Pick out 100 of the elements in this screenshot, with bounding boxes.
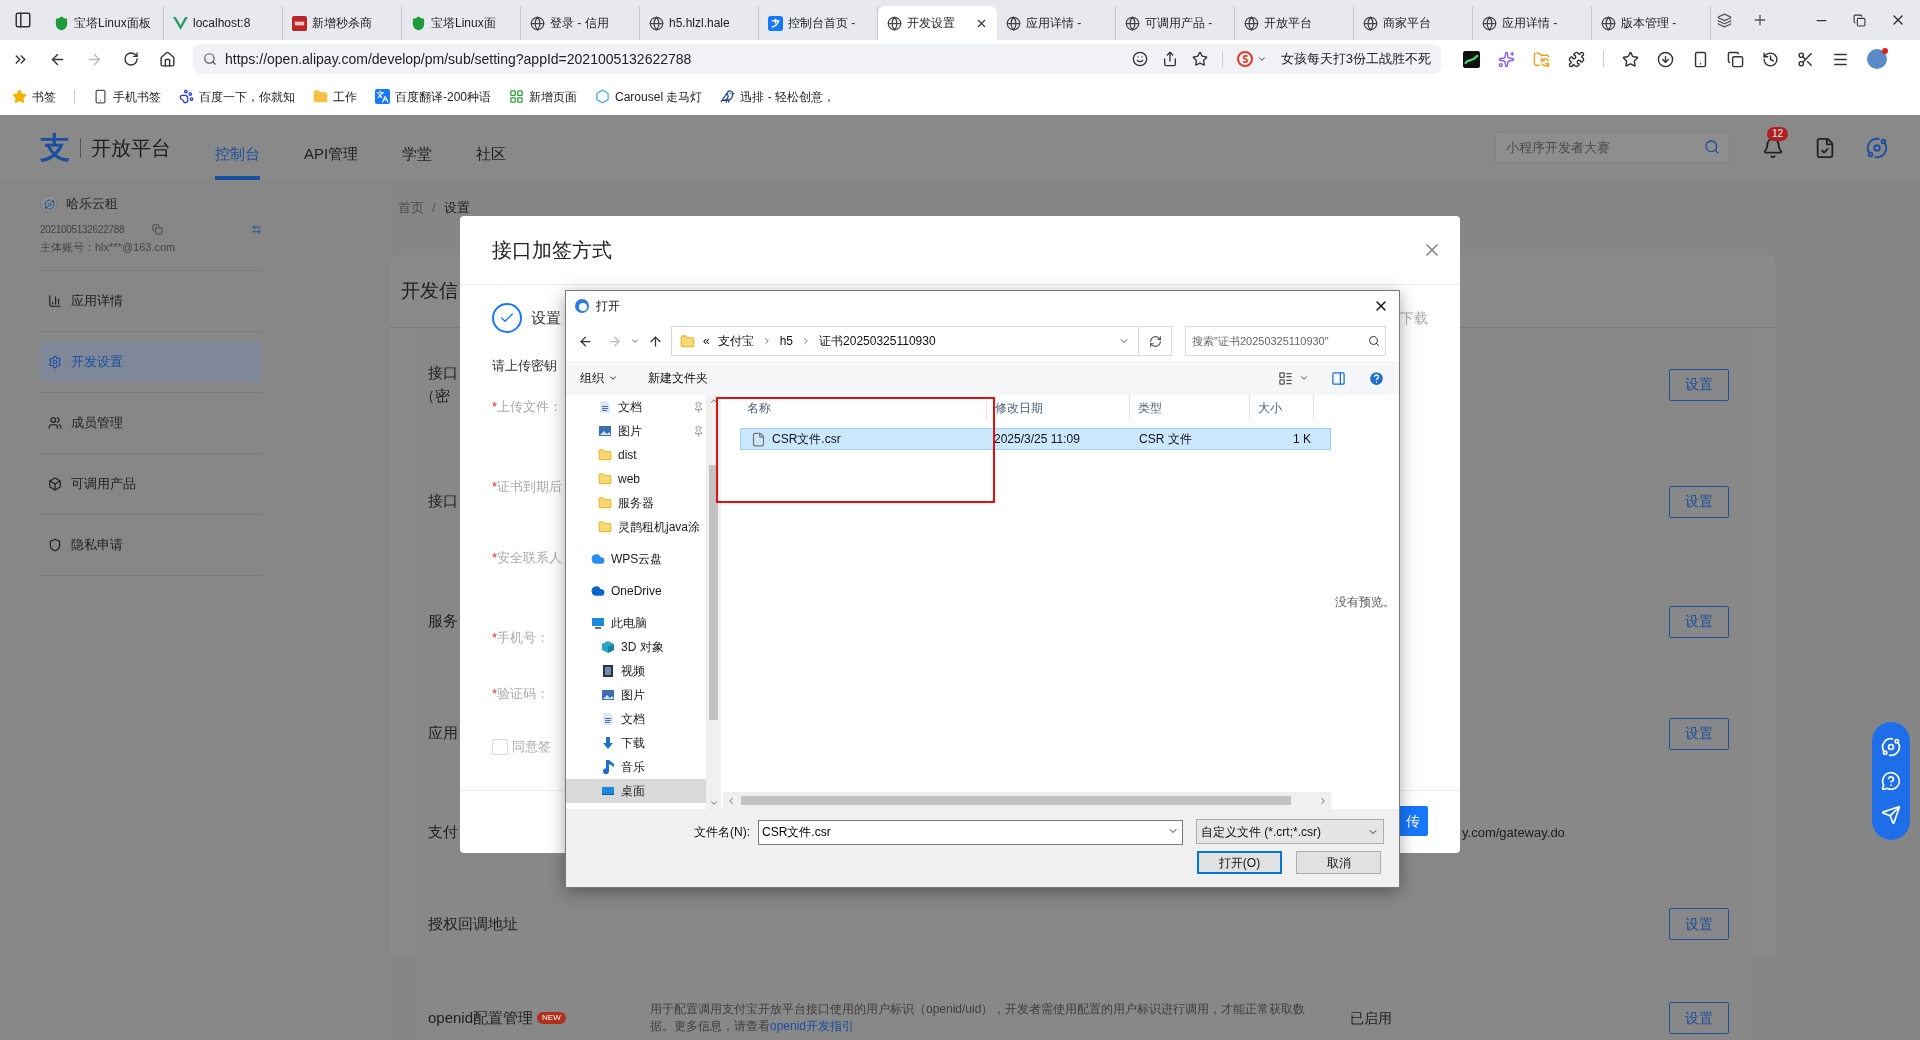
caret-icon[interactable] <box>1299 373 1309 383</box>
filename-field[interactable]: CSR文件.csr <box>758 820 1183 845</box>
bookmark[interactable]: 迅排 - 轻松创意， <box>720 87 836 106</box>
restore-icon[interactable] <box>1853 13 1866 27</box>
nav-item[interactable]: web <box>566 467 706 491</box>
nav-item[interactable]: 此电脑 <box>566 611 706 635</box>
reload-icon[interactable] <box>123 51 139 67</box>
nav-item[interactable]: 文档 <box>566 395 706 419</box>
scroll-thumb[interactable] <box>709 465 718 720</box>
search-suggestion[interactable]: 女孩每天打3份工战胜不死 <box>1280 49 1431 69</box>
view-icon[interactable] <box>1278 370 1293 386</box>
nav-item[interactable]: 图片 <box>566 683 706 707</box>
grid-icon <box>509 89 525 104</box>
nav-item[interactable]: 下载 <box>566 731 706 755</box>
upload-button[interactable]: 传 <box>1398 806 1428 836</box>
path-bar[interactable]: « 支付宝 h5 证书20250325110930 <box>671 326 1172 356</box>
phone-icon[interactable] <box>1692 50 1709 68</box>
face-icon[interactable] <box>1131 51 1148 67</box>
sidebar-item[interactable]: 成员管理 <box>40 403 262 443</box>
bookmark[interactable]: 书签 <box>12 87 56 106</box>
nav-item[interactable]: 灵鹊租机java涂 <box>566 515 706 539</box>
nav-item[interactable]: 文档 <box>566 707 706 731</box>
cancel-button[interactable]: 取消 <box>1296 851 1381 874</box>
nav-item[interactable]: 视频 <box>566 659 706 683</box>
browser-tab[interactable]: 开发设置 <box>878 6 997 40</box>
up-icon[interactable] <box>648 333 663 349</box>
switch-icon[interactable] <box>251 223 262 235</box>
address-bar[interactable]: https://open.alipay.com/develop/pm/sub/setting?appId=2021005132622788 女孩每天打3份工战胜不死 <box>193 44 1441 74</box>
open-button[interactable]: 打开(O) <box>1197 851 1282 874</box>
nav-item[interactable]: dist <box>566 443 706 467</box>
caret-icon[interactable] <box>1256 54 1267 64</box>
column-header[interactable]: 修改日期 <box>987 395 1130 421</box>
file-row[interactable]: CSR文件.csr 2025/3/25 11:09 CSR 文件 1 K <box>740 428 1331 450</box>
download-icon[interactable] <box>1657 50 1674 68</box>
new-tab-icon[interactable] <box>1752 12 1768 28</box>
avatar[interactable] <box>1867 49 1887 69</box>
bookmark[interactable]: 手机书签 <box>93 87 161 106</box>
nav-item[interactable]: OneDrive <box>566 579 706 603</box>
required-mark: * <box>492 686 498 701</box>
scroll-thumb[interactable] <box>741 796 1291 805</box>
sidebar-item[interactable]: 应用详情 <box>40 281 262 321</box>
planet-icon[interactable] <box>1881 737 1901 757</box>
nav-tab[interactable]: API管理 <box>304 132 359 180</box>
path-segment[interactable]: 支付宝 <box>717 332 754 350</box>
help-icon[interactable] <box>1881 771 1901 791</box>
nav-item[interactable]: 服务器 <box>566 491 706 515</box>
new-folder-button[interactable]: 新建文件夹 <box>648 369 708 387</box>
file-type-select[interactable]: 自定义文件 (*.crt;*.csr) <box>1196 819 1384 844</box>
agreement-checkbox[interactable] <box>492 738 508 755</box>
search-icon[interactable] <box>1368 335 1380 347</box>
bookmark[interactable]: 百度一下，你就知 <box>179 87 295 106</box>
extensions-icon[interactable] <box>1568 50 1585 68</box>
preview-pane-icon[interactable] <box>1331 370 1346 386</box>
required-mark: * <box>492 630 498 645</box>
search-field[interactable]: 小程序开发者大赛 <box>1495 132 1730 163</box>
sidebar-item[interactable]: 隐私申请 <box>40 525 262 565</box>
nav-item[interactable]: 桌面 <box>566 779 706 803</box>
history-icon[interactable] <box>1762 50 1779 68</box>
path-segment[interactable]: h5 <box>779 332 794 350</box>
organize-button[interactable]: 组织 <box>580 369 618 387</box>
cloud-icon <box>591 552 605 566</box>
nav-item[interactable]: 音乐 <box>566 755 706 779</box>
nav-tab[interactable]: 社区 <box>476 132 507 180</box>
help-icon[interactable] <box>1368 369 1385 387</box>
sidebar-item[interactable]: 可调用产品 <box>40 464 262 504</box>
tab-group-icon[interactable] <box>1717 12 1732 28</box>
nav-tab[interactable]: 学堂 <box>402 132 433 180</box>
nav-item[interactable]: 3D 对象 <box>566 635 706 659</box>
bookmark[interactable]: 新增页面 <box>509 87 578 106</box>
home-icon[interactable] <box>159 50 176 68</box>
nav-item[interactable]: WPS云盘 <box>566 547 706 571</box>
sidebar-toggle-icon[interactable] <box>13 11 32 29</box>
v-logo-icon <box>173 16 188 30</box>
bookmark[interactable]: Carousel 走马灯 <box>595 87 703 106</box>
star-icon[interactable] <box>1622 50 1639 68</box>
path-segment[interactable]: 证书20250325110930 <box>819 332 936 350</box>
column-header[interactable]: 类型 <box>1130 395 1250 421</box>
search-icon <box>203 52 217 66</box>
breadcrumb-item[interactable]: 设置 <box>443 198 470 218</box>
column-header[interactable]: 大小 <box>1250 395 1314 421</box>
send-icon[interactable] <box>1881 805 1901 825</box>
refresh-icon[interactable] <box>1148 334 1162 348</box>
star-icon[interactable] <box>1191 51 1208 67</box>
path-overflow[interactable]: « <box>703 332 710 350</box>
back-icon[interactable] <box>578 333 593 349</box>
document-check-icon[interactable] <box>1814 136 1836 159</box>
recent-locations-icon[interactable] <box>630 336 640 346</box>
row-label: 授权回调地址 <box>428 913 518 934</box>
nav-item[interactable]: 图片 <box>566 419 706 443</box>
sparkle-icon[interactable] <box>1498 50 1515 68</box>
windows-icon[interactable] <box>1727 50 1744 68</box>
column-header[interactable]: 名称 <box>723 395 987 421</box>
nav-label: 服务器 <box>618 495 655 512</box>
nav-label: dist <box>618 447 638 464</box>
scissors-icon[interactable] <box>1797 50 1814 68</box>
bookmark[interactable]: 工作 <box>313 87 357 106</box>
tab-title: localhost:8 <box>193 15 252 32</box>
bookmark[interactable]: 百度翻译-200种语 <box>375 87 492 106</box>
share-icon[interactable] <box>1161 51 1178 67</box>
chart-extension-icon[interactable] <box>1463 50 1480 68</box>
